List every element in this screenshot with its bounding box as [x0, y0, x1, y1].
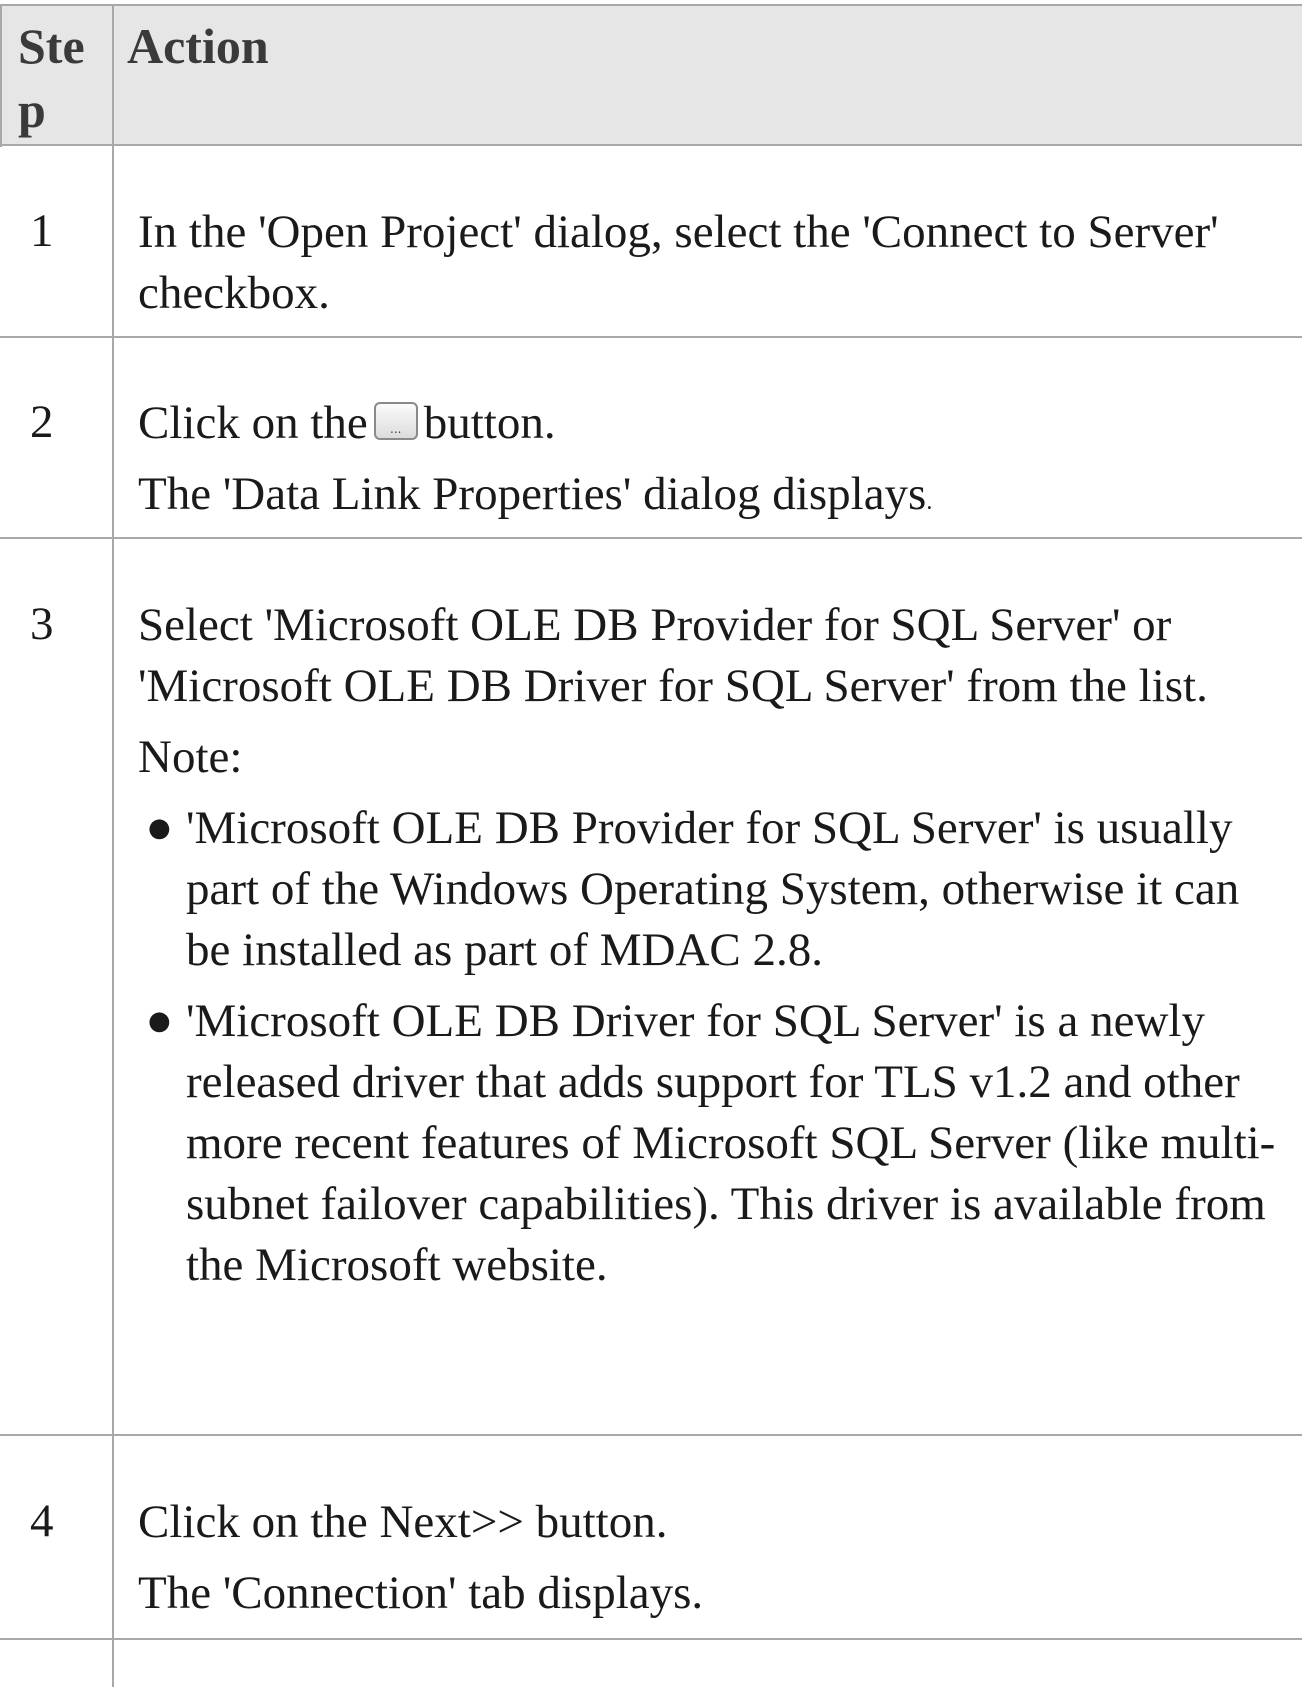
step-action: In the 'Open Project' dialog, select the… — [138, 202, 1288, 324]
action-text-before: Click on the — [138, 397, 368, 449]
action-result-text: The 'Data Link Properties' dialog displa… — [138, 468, 927, 520]
step-action: Click on the... button. The 'Data Link Pr… — [138, 393, 1288, 533]
note-text: 'Microsoft OLE DB Driver for SQL Server'… — [186, 995, 1276, 1291]
row-divider — [0, 1434, 1302, 1436]
action-result: The 'Data Link Properties' dialog displa… — [138, 464, 1288, 533]
action-result: The 'Connection' tab displays. — [138, 1567, 704, 1619]
step-action: Click on the Next>> button. The 'Connect… — [138, 1492, 1288, 1624]
action-text: In the 'Open Project' dialog, select the… — [138, 206, 1219, 319]
note-text: 'Microsoft OLE DB Provider for SQL Serve… — [186, 802, 1240, 976]
step-number: 2 — [30, 396, 54, 448]
note-list: ● 'Microsoft OLE DB Provider for SQL Serv… — [138, 798, 1288, 1296]
action-text: Select 'Microsoft OLE DB Provider for SQ… — [138, 599, 1208, 712]
row-divider — [0, 336, 1302, 338]
header-action-label: Action — [127, 18, 269, 74]
row-divider — [0, 537, 1302, 539]
note-label: Note: — [138, 731, 243, 783]
step-number: 4 — [30, 1495, 54, 1547]
table-top-border — [0, 4, 1302, 6]
table-left-border — [0, 6, 2, 147]
steps-table: Ste p Action 1 In the 'Open Project' dia… — [0, 0, 1302, 1687]
action-result-period: . — [926, 489, 933, 515]
row-divider — [0, 1638, 1302, 1640]
action-text-after: button. — [423, 397, 556, 449]
action-text: Click on the Next>> button. — [138, 1496, 668, 1548]
list-item: ● 'Microsoft OLE DB Provider for SQL Serv… — [138, 798, 1288, 981]
step-number: 3 — [30, 598, 54, 650]
header-divider — [0, 144, 1302, 146]
ellipsis-glyph: ... — [390, 422, 402, 436]
column-divider — [112, 4, 114, 1687]
list-item: ● 'Microsoft OLE DB Driver for SQL Server… — [138, 991, 1288, 1296]
step-action: Select 'Microsoft OLE DB Provider for SQ… — [138, 595, 1288, 1306]
bullet-icon: ● — [148, 1006, 171, 1036]
ellipsis-button-icon: ... — [373, 402, 418, 440]
header-step-label: Ste p — [18, 18, 85, 138]
action-text: Click on the... button. — [138, 393, 1288, 454]
bullet-icon: ● — [148, 813, 171, 843]
step-number: 1 — [30, 205, 54, 257]
